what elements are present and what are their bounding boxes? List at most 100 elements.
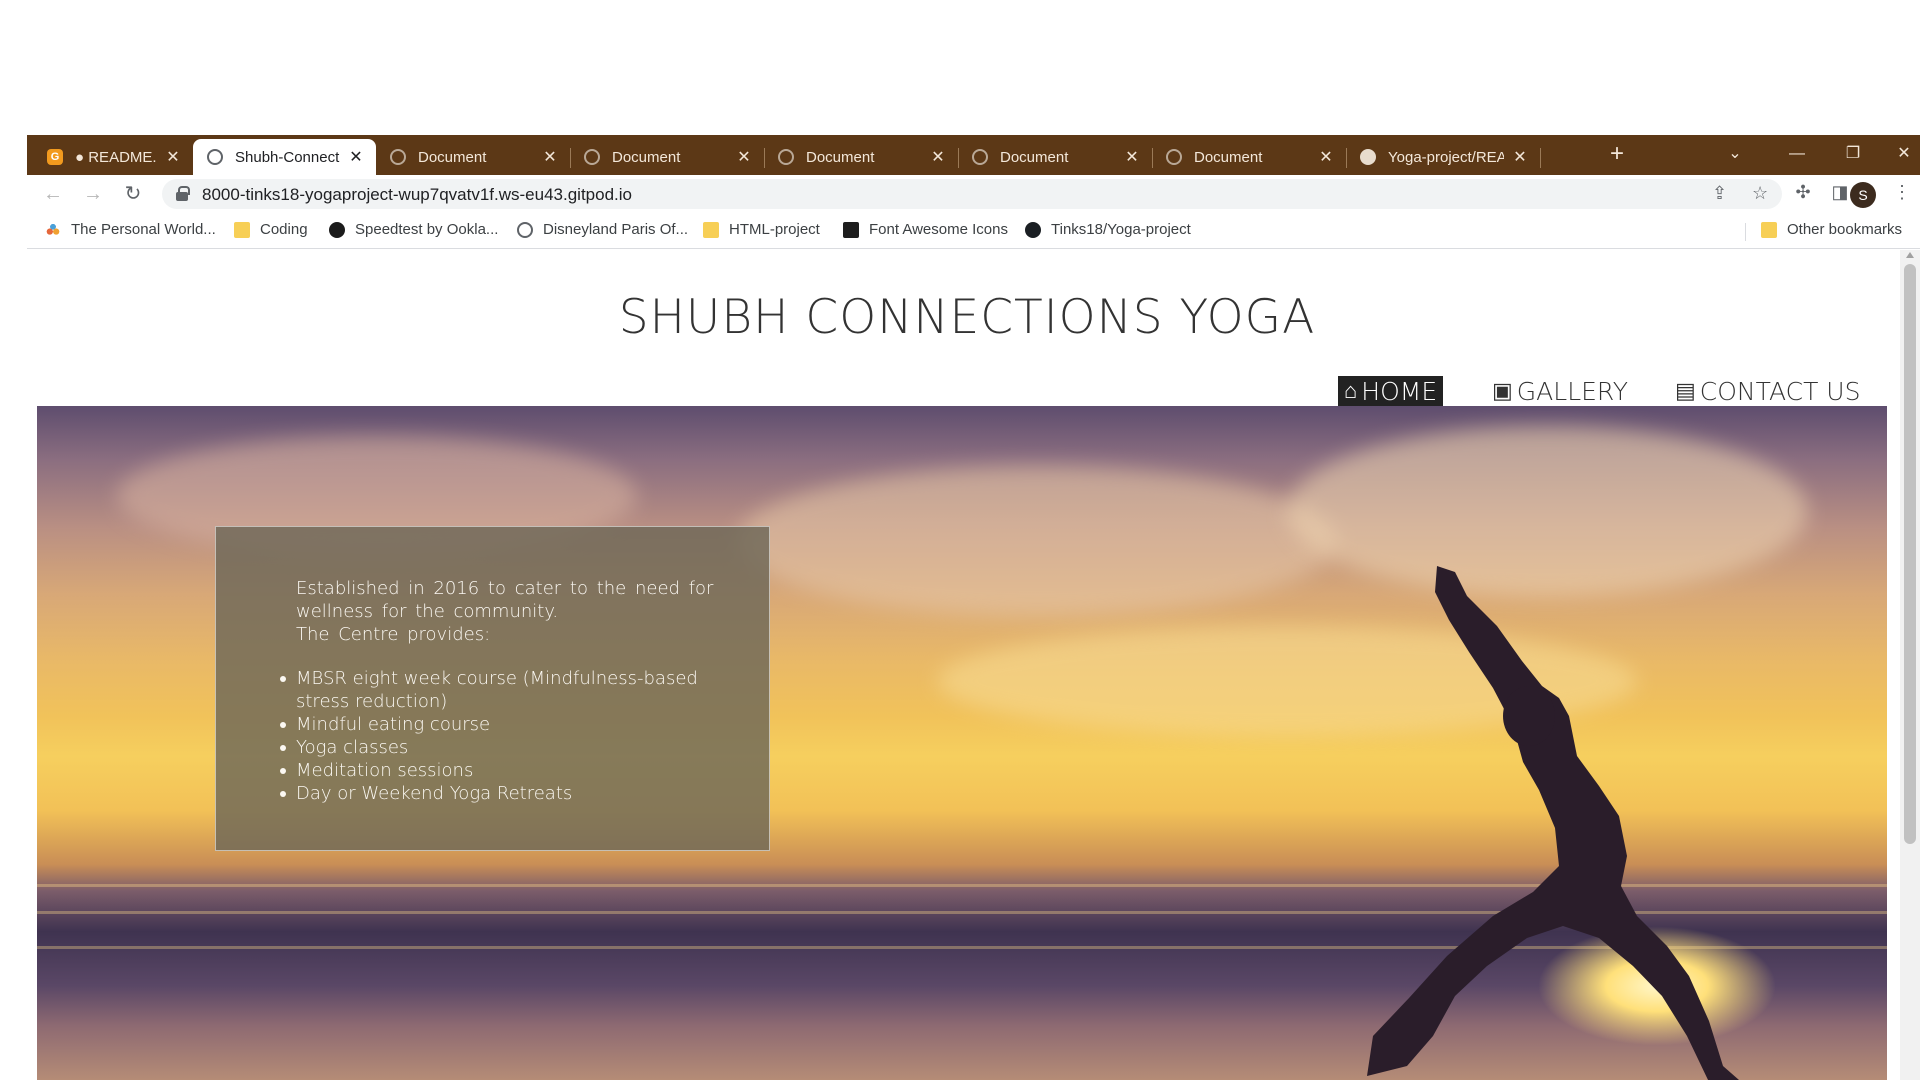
folder-icon <box>234 221 250 238</box>
services-list: MBSR eight week course (Mindfulness-base… <box>280 667 736 805</box>
bookmark-label: Disneyland Paris Of... <box>543 221 689 238</box>
minimize-icon[interactable]: — <box>1777 141 1817 167</box>
bookmark-label: Coding <box>260 221 308 238</box>
bookmark-personal-world[interactable]: The Personal World... <box>45 221 216 238</box>
service-item: MBSR eight week course (Mindfulness-base… <box>280 667 736 713</box>
profile-avatar[interactable]: S <box>1850 182 1876 208</box>
speedtest-icon <box>329 221 345 238</box>
bookmark-label: Font Awesome Icons <box>869 221 1008 238</box>
close-icon[interactable]: ✕ <box>1316 147 1336 167</box>
nav-contact-label: CONTACT US <box>1699 376 1861 406</box>
font-awesome-icon <box>843 221 859 238</box>
tab-document-2[interactable]: Document ✕ <box>570 139 765 175</box>
site-title: SHUBH CONNECTIONS YOGA <box>618 290 1316 345</box>
scrollbar-thumb[interactable] <box>1904 264 1916 844</box>
forward-arrow-icon[interactable]: → <box>80 181 106 207</box>
bookmark-tinks18-yoga-project[interactable]: Tinks18/Yoga-project <box>1025 221 1191 238</box>
tab-title: Document <box>418 148 487 166</box>
bookmark-label: Tinks18/Yoga-project <box>1051 221 1191 238</box>
reload-icon[interactable]: ↻ <box>120 181 146 207</box>
service-item: Yoga classes <box>280 736 736 759</box>
globe-icon <box>1166 149 1182 165</box>
tab-strip: G ● README.md - Y ✕ Shubh-Connectio ✕ Do… <box>27 135 1920 175</box>
share-icon[interactable]: ⇪ <box>1712 183 1727 204</box>
menu-kebab-icon[interactable]: ⋮ <box>1889 182 1915 203</box>
bookmarks-divider <box>1745 223 1746 241</box>
tab-document-1[interactable]: Document ✕ <box>376 139 571 175</box>
globe-icon <box>517 221 533 238</box>
globe-icon <box>390 149 406 165</box>
close-icon[interactable]: ✕ <box>1510 147 1530 167</box>
service-item: Mindful eating course <box>280 713 736 736</box>
back-arrow-icon[interactable]: ← <box>40 181 66 207</box>
github-icon <box>1025 221 1041 238</box>
address-bar[interactable]: 8000-tinks18-yogaproject-wup7qvatv1f.ws-… <box>162 179 1782 209</box>
browser-toolbar: ← → ↻ 8000-tinks18-yogaproject-wup7qvatv… <box>27 175 1920 213</box>
globe-icon <box>972 149 988 165</box>
tab-title: Document <box>806 148 875 166</box>
other-bookmarks-label: Other bookmarks <box>1787 221 1903 238</box>
gitpod-icon: G <box>47 149 63 165</box>
cloud <box>737 466 1337 616</box>
bookmark-html-project[interactable]: HTML-project <box>703 221 820 238</box>
tab-title: Shubh-Connectio <box>235 148 340 166</box>
window-close-icon[interactable]: ✕ <box>1889 141 1919 167</box>
bookmark-speedtest[interactable]: Speedtest by Ookla... <box>329 221 498 238</box>
globe-icon <box>207 149 223 165</box>
bookmark-star-icon[interactable]: ☆ <box>1752 183 1768 204</box>
folder-icon <box>1761 221 1777 238</box>
tab-shubh-connections[interactable]: Shubh-Connectio ✕ <box>193 139 376 175</box>
close-icon[interactable]: ✕ <box>540 147 560 167</box>
tab-readme[interactable]: G ● README.md - Y ✕ <box>33 139 194 175</box>
bookmark-coding[interactable]: Coding <box>234 221 308 238</box>
tab-separator <box>1540 148 1541 168</box>
service-item: Meditation sessions <box>280 759 736 782</box>
tab-title: Document <box>612 148 681 166</box>
close-icon[interactable]: ✕ <box>734 147 754 167</box>
tab-document-4[interactable]: Document ✕ <box>958 139 1153 175</box>
close-icon[interactable]: ✕ <box>346 147 366 167</box>
bookmark-disneyland[interactable]: Disneyland Paris Of... <box>517 221 688 238</box>
tab-yoga-project-readme[interactable]: Yoga-project/REA ✕ <box>1346 139 1541 175</box>
tab-title: Document <box>1000 148 1069 166</box>
nav-contact-us[interactable]: ▤ CONTACT US <box>1675 376 1860 406</box>
url-text[interactable]: 8000-tinks18-yogaproject-wup7qvatv1f.ws-… <box>202 185 632 205</box>
bookmark-label: The Personal World... <box>71 221 216 238</box>
folder-icon <box>703 221 719 238</box>
bookmark-font-awesome[interactable]: Font Awesome Icons <box>843 221 1008 238</box>
restore-icon[interactable]: ❐ <box>1833 141 1873 167</box>
service-item: Day or Weekend Yoga Retreats <box>280 782 736 805</box>
tab-search-chevron-icon[interactable]: ⌄ <box>1715 141 1755 167</box>
close-icon[interactable]: ✕ <box>928 147 948 167</box>
about-intro: Established in 2016 to cater to the need… <box>296 577 716 646</box>
home-icon: ⌂ <box>1344 379 1358 404</box>
page-viewport: SHUBH CONNECTIONS YOGA ⌂ HOME ▣ GALLERY … <box>27 250 1920 1080</box>
other-bookmarks[interactable]: Other bookmarks <box>1761 221 1902 238</box>
scroll-up-arrow-icon[interactable] <box>1906 252 1914 258</box>
close-icon[interactable]: ✕ <box>1122 147 1142 167</box>
extensions-puzzle-icon[interactable]: ✣ <box>1790 182 1816 203</box>
nav-gallery-label: GALLERY <box>1516 376 1628 406</box>
nav-home[interactable]: ⌂ HOME <box>1338 376 1444 406</box>
tab-document-5[interactable]: Document ✕ <box>1152 139 1347 175</box>
tab-title: Yoga-project/REA <box>1388 148 1504 166</box>
nav-gallery[interactable]: ▣ GALLERY <box>1492 376 1628 406</box>
hero-image: Established in 2016 to cater to the need… <box>37 406 1887 1080</box>
globe-icon <box>778 149 794 165</box>
globe-icon <box>584 149 600 165</box>
about-intro-line2: The Centre provides: <box>296 624 491 645</box>
tab-document-3[interactable]: Document ✕ <box>764 139 959 175</box>
page-scrollbar[interactable] <box>1900 250 1920 1080</box>
new-tab-button[interactable]: + <box>1603 141 1631 169</box>
lock-icon[interactable] <box>176 186 190 201</box>
close-icon[interactable]: ✕ <box>163 147 183 167</box>
personal-world-icon <box>45 221 61 238</box>
browser-window: G ● README.md - Y ✕ Shubh-Connectio ✕ Do… <box>27 135 1920 1080</box>
bookmark-label: HTML-project <box>729 221 820 238</box>
yoga-pose-silhouette <box>1367 566 1739 1080</box>
about-panel: Established in 2016 to cater to the need… <box>215 526 770 851</box>
nav-home-label: HOME <box>1361 376 1438 406</box>
github-icon <box>1360 149 1376 165</box>
bookmarks-bar: The Personal World... Coding Speedtest b… <box>27 213 1920 249</box>
about-intro-line1: Established in 2016 to cater to the need… <box>296 578 714 622</box>
